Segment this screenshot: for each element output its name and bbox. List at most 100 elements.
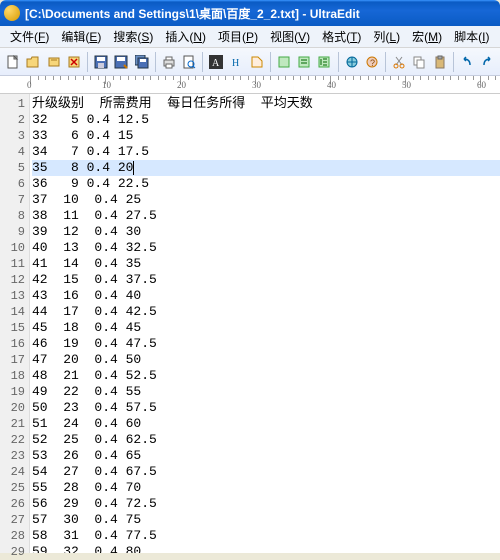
help-button[interactable]: ? <box>363 52 381 72</box>
menu-l[interactable]: 列(L) <box>367 26 406 47</box>
window-title: [C:\Documents and Settings\1\桌面\百度_2_2.t… <box>25 5 360 22</box>
text-line[interactable]: 50 23 0.4 57.5 <box>32 400 500 416</box>
text-line[interactable]: 59 32 0.4 80 <box>32 544 500 553</box>
svg-text:?: ? <box>370 58 375 68</box>
separator <box>338 52 339 72</box>
separator <box>270 52 271 72</box>
line-number: 5 <box>0 160 25 176</box>
text-line[interactable]: 43 16 0.4 40 <box>32 288 500 304</box>
text-line[interactable]: 35 8 0.4 20 <box>32 160 500 176</box>
menu-v[interactable]: 视图(V) <box>264 26 316 47</box>
menu-s[interactable]: 搜索(S) <box>107 26 159 47</box>
save-all-button[interactable] <box>133 52 151 72</box>
line-number: 1 <box>0 96 25 112</box>
text-line[interactable]: 53 26 0.4 65 <box>32 448 500 464</box>
save-button[interactable] <box>92 52 110 72</box>
text-line[interactable]: 44 17 0.4 42.5 <box>32 304 500 320</box>
ruler-mark: 10 <box>102 80 111 90</box>
text-content[interactable]: 升级级别 所需费用 每日任务所得 平均天数32 5 0.4 12.533 6 0… <box>30 94 500 553</box>
line-number: 9 <box>0 224 25 240</box>
menu-t[interactable]: 格式(T) <box>316 26 367 47</box>
text-line[interactable]: 49 22 0.4 55 <box>32 384 500 400</box>
line-number: 8 <box>0 208 25 224</box>
ruler: 0102030405060 <box>0 76 500 94</box>
ruler-mark: 30 <box>252 80 261 90</box>
line-number: 11 <box>0 256 25 272</box>
text-line[interactable]: 51 24 0.4 60 <box>32 416 500 432</box>
text-line[interactable]: 52 25 0.4 62.5 <box>32 432 500 448</box>
undo-button[interactable] <box>458 52 476 72</box>
text-line[interactable]: 36 9 0.4 22.5 <box>32 176 500 192</box>
separator <box>385 52 386 72</box>
text-line[interactable]: 42 15 0.4 37.5 <box>32 272 500 288</box>
text-line[interactable]: 34 7 0.4 17.5 <box>32 144 500 160</box>
cut-button[interactable] <box>390 52 408 72</box>
text-line[interactable]: 55 28 0.4 70 <box>32 480 500 496</box>
line-number: 16 <box>0 336 25 352</box>
line-number: 6 <box>0 176 25 192</box>
text-line[interactable]: 45 18 0.4 45 <box>32 320 500 336</box>
line-number: 21 <box>0 416 25 432</box>
tag-button[interactable] <box>248 52 266 72</box>
text-line[interactable]: 37 10 0.4 25 <box>32 192 500 208</box>
app-icon <box>4 5 20 21</box>
line-number: 15 <box>0 320 25 336</box>
line-number: 13 <box>0 288 25 304</box>
separator <box>155 52 156 72</box>
preview-button[interactable] <box>180 52 198 72</box>
text-line[interactable]: 升级级别 所需费用 每日任务所得 平均天数 <box>32 96 500 112</box>
separator <box>202 52 203 72</box>
menu-e[interactable]: 编辑(E) <box>55 26 107 47</box>
close-file-button[interactable] <box>65 52 83 72</box>
line-number: 17 <box>0 352 25 368</box>
save-as-button[interactable] <box>112 52 130 72</box>
menubar: 文件(F)编辑(E)搜索(S)插入(N)项目(P)视图(V)格式(T)列(L)宏… <box>0 26 500 48</box>
open-file-button[interactable] <box>24 52 42 72</box>
wrap-button[interactable] <box>295 52 313 72</box>
separator <box>87 52 88 72</box>
copy-button[interactable] <box>410 52 428 72</box>
text-line[interactable]: 39 12 0.4 30 <box>32 224 500 240</box>
menu-p[interactable]: 项目(P) <box>212 26 264 47</box>
line-number: 20 <box>0 400 25 416</box>
line-number: 27 <box>0 512 25 528</box>
text-line[interactable]: 41 14 0.4 35 <box>32 256 500 272</box>
recent-button[interactable] <box>45 52 63 72</box>
text-line[interactable]: 38 11 0.4 27.5 <box>32 208 500 224</box>
svg-text:H: H <box>232 58 239 69</box>
line-number: 19 <box>0 384 25 400</box>
menu-i[interactable]: 脚本(I) <box>448 26 495 47</box>
menu-f[interactable]: 文件(F) <box>4 26 55 47</box>
line-number: 22 <box>0 432 25 448</box>
ruler-mark: 40 <box>327 80 336 90</box>
redo-button[interactable] <box>478 52 496 72</box>
hex-button[interactable]: H <box>227 52 245 72</box>
new-file-button[interactable] <box>4 52 22 72</box>
spaces-button[interactable] <box>275 52 293 72</box>
linenum-button[interactable] <box>315 52 333 72</box>
asc-button[interactable]: A <box>207 52 225 72</box>
line-number: 14 <box>0 304 25 320</box>
ruler-mark: 20 <box>177 80 186 90</box>
text-line[interactable]: 56 29 0.4 72.5 <box>32 496 500 512</box>
text-line[interactable]: 47 20 0.4 50 <box>32 352 500 368</box>
separator <box>453 52 454 72</box>
menu-n[interactable]: 插入(N) <box>159 26 212 47</box>
web-button[interactable] <box>343 52 361 72</box>
text-line[interactable]: 32 5 0.4 12.5 <box>32 112 500 128</box>
text-line[interactable]: 57 30 0.4 75 <box>32 512 500 528</box>
line-number-gutter: 1234567891011121314151617181920212223242… <box>0 94 30 553</box>
text-line[interactable]: 40 13 0.4 32.5 <box>32 240 500 256</box>
print-button[interactable] <box>160 52 178 72</box>
text-line[interactable]: 48 21 0.4 52.5 <box>32 368 500 384</box>
svg-text:A: A <box>212 58 220 69</box>
text-line[interactable]: 54 27 0.4 67.5 <box>32 464 500 480</box>
line-number: 7 <box>0 192 25 208</box>
line-number: 25 <box>0 480 25 496</box>
paste-button[interactable] <box>430 52 448 72</box>
text-line[interactable]: 46 19 0.4 47.5 <box>32 336 500 352</box>
text-line[interactable]: 33 6 0.4 15 <box>32 128 500 144</box>
text-cursor <box>133 161 134 175</box>
menu-m[interactable]: 宏(M) <box>406 26 448 47</box>
text-line[interactable]: 58 31 0.4 77.5 <box>32 528 500 544</box>
